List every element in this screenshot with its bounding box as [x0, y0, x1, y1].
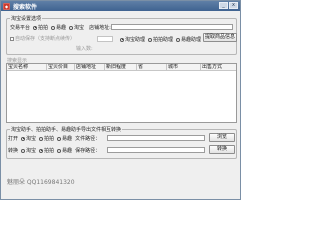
- platform-radio-paipai[interactable]: [33, 25, 38, 30]
- window-title: 搜索软件: [13, 3, 38, 11]
- convert-radio-paipai-label: 拍拍: [44, 148, 55, 154]
- convert-radio-yiqu[interactable]: [57, 148, 62, 153]
- column-header[interactable]: 新旧程度: [105, 64, 137, 70]
- open-radio-taobao-label: 淘宝: [26, 136, 37, 142]
- mode-radio-yiqu-assistant[interactable]: [176, 37, 181, 42]
- platform-radio-taobao-label: 淘宝: [74, 25, 85, 31]
- mode-radio-yiqu-assistant-label: 易趣助理: [181, 37, 202, 43]
- auto-collect-row: 自动保存（支持断点续传）: [10, 35, 75, 42]
- mode-radio-taobao-assistant[interactable]: [120, 37, 124, 42]
- file-path-input[interactable]: [107, 135, 205, 141]
- platform-radio-taobao[interactable]: [69, 25, 74, 30]
- file-path-label: 文件路径：: [75, 136, 101, 142]
- shop-url-input[interactable]: [111, 24, 233, 30]
- platform-radio-yiqu-label: 易趣: [56, 25, 67, 31]
- open-radio-paipai-label: 拍拍: [44, 136, 55, 142]
- close-button[interactable]: x: [229, 2, 238, 9]
- convert-radio-taobao-label: 淘宝: [26, 148, 37, 154]
- auto-collect-checkbox[interactable]: [10, 36, 14, 41]
- column-header[interactable]: 出售方式: [201, 64, 236, 70]
- settings-group: 淘宝设置选项 交易平台 拍拍 易趣 淘宝 店铺地址: 自动保存（支持断点续传） …: [6, 15, 237, 55]
- results-table[interactable]: 宝贝名称 宝贝价目 店铺地址 新旧程度 省 城市 出售方式: [6, 63, 237, 123]
- convert-group: 淘宝助手、拍拍助手、易趣助手导出文件相互转换 打开 淘宝 拍拍 易趣 文件路径：…: [6, 126, 237, 159]
- convert-label: 转换: [8, 148, 19, 154]
- app-window: ◆ 搜索软件 _ x 淘宝设置选项 交易平台 拍拍 易趣 淘宝 店铺地址: 自动…: [0, 0, 241, 200]
- shop-url-label: 店铺地址:: [89, 25, 111, 31]
- convert-button[interactable]: 转换: [209, 145, 235, 154]
- minimize-button[interactable]: _: [219, 2, 228, 9]
- extract-products-button[interactable]: 提取商品信息: [203, 33, 237, 42]
- results-table-header: 宝贝名称 宝贝价目 店铺地址 新旧程度 省 城市 出售方式: [7, 64, 236, 71]
- convert-group-title: 淘宝助手、拍拍助手、易趣助手导出文件相互转换: [10, 126, 123, 133]
- mode-radio-paipai-assistant[interactable]: [148, 37, 153, 42]
- title-bar[interactable]: ◆ 搜索软件 _ x: [1, 1, 240, 11]
- convert-row: 转换 淘宝 拍拍 易趣 保存路径：: [8, 147, 100, 154]
- open-radio-taobao[interactable]: [21, 136, 26, 141]
- mode-radio-taobao-assistant-label: 淘宝助理: [125, 37, 146, 43]
- input-count-row: 输入数:: [10, 45, 93, 52]
- convert-radio-paipai[interactable]: [39, 148, 44, 153]
- column-header[interactable]: 宝贝价目: [47, 64, 75, 70]
- column-header[interactable]: 城市: [167, 64, 201, 70]
- app-icon: ◆: [3, 2, 10, 10]
- open-radio-yiqu-label: 易趣: [62, 136, 73, 142]
- open-row: 打开 淘宝 拍拍 易趣 文件路径：: [8, 135, 100, 142]
- auto-collect-label: 自动保存（支持断点续传）: [15, 36, 76, 42]
- input-count-field[interactable]: [97, 36, 113, 42]
- open-label: 打开: [8, 136, 19, 142]
- platform-label: 交易平台: [10, 25, 31, 31]
- convert-radio-taobao[interactable]: [21, 148, 26, 153]
- browse-button[interactable]: 浏览: [209, 133, 235, 142]
- mode-row: 淘宝助理 拍拍助理 易趣助理: [117, 36, 201, 43]
- save-path-input[interactable]: [107, 147, 205, 153]
- open-radio-yiqu[interactable]: [57, 136, 62, 141]
- platform-row: 交易平台 拍拍 易趣 淘宝 店铺地址:: [10, 24, 111, 31]
- save-path-label: 保存路径：: [75, 148, 101, 154]
- convert-radio-yiqu-label: 易趣: [62, 148, 73, 154]
- mode-radio-paipai-assistant-label: 拍拍助理: [153, 37, 174, 43]
- settings-group-title: 淘宝设置选项: [10, 15, 43, 22]
- platform-radio-paipai-label: 拍拍: [38, 25, 49, 31]
- open-radio-paipai[interactable]: [39, 136, 44, 141]
- input-count-label: 输入数:: [76, 46, 93, 52]
- platform-radio-yiqu[interactable]: [51, 25, 56, 30]
- column-header[interactable]: 店铺地址: [75, 64, 105, 70]
- contact-text: 魅丽朵 QQ1169841320: [7, 179, 75, 186]
- column-header[interactable]: 宝贝名称: [7, 64, 47, 70]
- column-header[interactable]: 省: [137, 64, 167, 70]
